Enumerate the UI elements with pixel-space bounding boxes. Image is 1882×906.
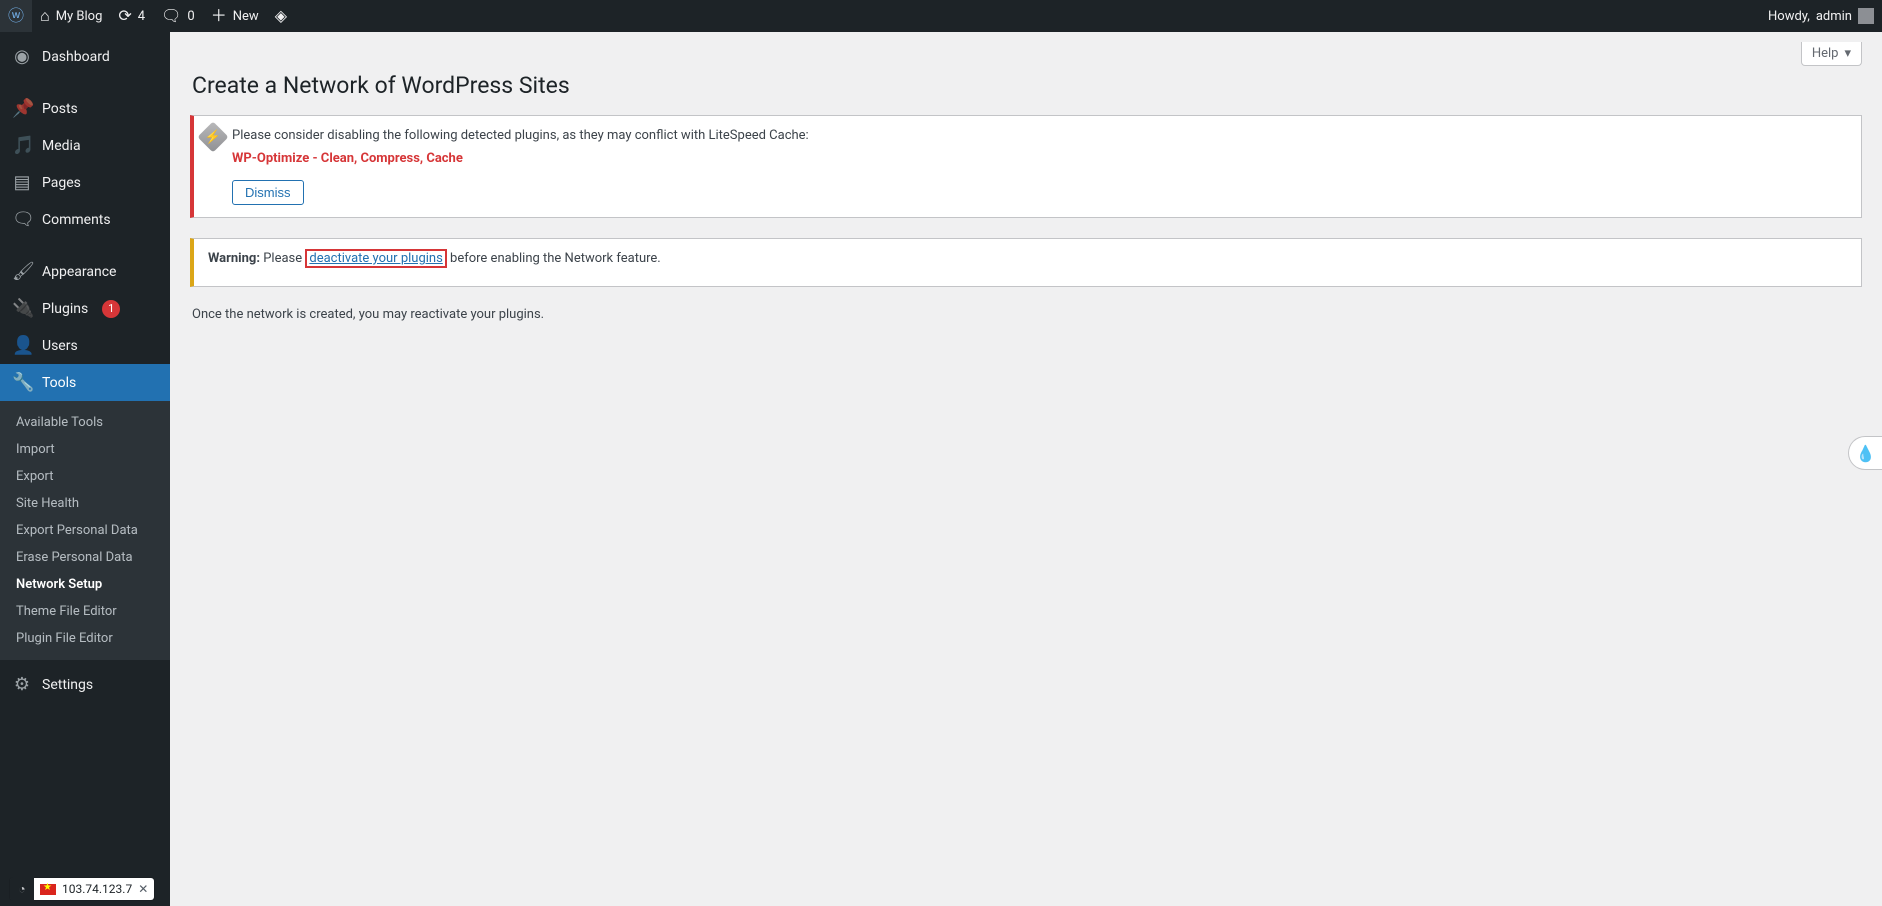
new-label: New [233, 9, 259, 24]
updates-menu[interactable]: ⟳4 [110, 0, 153, 32]
deactivate-plugins-warning: Warning: Please deactivate your plugins … [190, 238, 1862, 287]
home-icon: ⌂ [40, 8, 50, 24]
site-name-menu[interactable]: ⌂ My Blog [32, 0, 110, 32]
plugins-update-badge: 1 [102, 300, 120, 318]
warning-after: before enabling the Network feature. [447, 251, 661, 266]
plug-icon: 🔌 [12, 298, 32, 319]
menu-dashboard[interactable]: ◉ Dashboard [0, 38, 170, 75]
submenu-theme-file-editor[interactable]: Theme File Editor [0, 598, 170, 625]
content-area: Help ▾ Create a Network of WordPress Sit… [170, 32, 1882, 906]
bolt-icon: ⚡ [197, 121, 228, 152]
menu-tools-item: 🔧 Tools [0, 364, 170, 401]
menu-plugins[interactable]: 🔌 Plugins 1 [0, 290, 170, 327]
wordpress-icon: ⓦ [8, 8, 24, 24]
flag-vietnam-icon [40, 884, 56, 895]
menu-settings-label: Settings [42, 677, 93, 693]
conflict-plugin-name: WP-Optimize - Clean, Compress, Cache [232, 151, 1847, 166]
litespeed-menu[interactable]: ◈ [267, 0, 295, 32]
submenu-plugin-file-editor[interactable]: Plugin File Editor [0, 625, 170, 652]
help-tab-label: Help [1812, 46, 1839, 61]
menu-media-label: Media [42, 138, 81, 154]
reactivate-note: Once the network is created, you may rea… [192, 307, 1860, 322]
comments-menu[interactable]: 🗨0 [153, 0, 203, 32]
submenu-available-tools[interactable]: Available Tools [0, 409, 170, 436]
menu-comments[interactable]: 🗨 Comments [0, 201, 170, 238]
my-account-menu[interactable]: Howdy, admin [1760, 0, 1882, 32]
menu-separator [0, 80, 170, 85]
updates-count: 4 [138, 9, 145, 24]
pin-icon: 📌 [12, 98, 32, 119]
site-name-label: My Blog [56, 9, 103, 24]
user-name: admin [1816, 9, 1852, 24]
dismiss-button[interactable]: Dismiss [232, 180, 304, 205]
menu-settings[interactable]: ⚙ Settings [0, 666, 170, 703]
ip-address: 103.74.123.7 [62, 882, 132, 896]
menu-posts[interactable]: 📌 Posts [0, 90, 170, 127]
wp-logo-menu[interactable]: ⓦ [0, 0, 32, 32]
avatar [1858, 8, 1874, 24]
menu-comments-label: Comments [42, 212, 111, 228]
update-icon: ⟳ [118, 8, 131, 24]
menu-tools[interactable]: 🔧 Tools [0, 364, 170, 401]
warning-text: Warning: Please deactivate your plugins … [208, 251, 1847, 266]
litespeed-notice-icon: ⚡ [202, 126, 224, 148]
menu-tools-label: Tools [42, 375, 76, 391]
chevron-down-icon: ▾ [1844, 46, 1851, 61]
ip-indicator: ◔ 103.74.123.7 ✕ [10, 878, 154, 900]
menu-separator [0, 243, 170, 248]
litespeed-conflict-notice: ⚡ Please consider disabling the followin… [190, 115, 1862, 218]
comments-icon: 🗨 [12, 209, 32, 230]
admin-bar-right: Howdy, admin [1760, 0, 1882, 32]
menu-appearance[interactable]: 🖌 Appearance [0, 253, 170, 290]
menu-plugins-label: Plugins [42, 301, 88, 317]
menu-dashboard-label: Dashboard [42, 49, 110, 65]
comment-icon: 🗨 [161, 8, 181, 24]
litespeed-float-button[interactable]: 💧 [1848, 436, 1882, 470]
settings-icon: ⚙ [12, 674, 32, 695]
menu-appearance-label: Appearance [42, 264, 116, 280]
highlight-box: deactivate your plugins [305, 249, 446, 268]
howdy-prefix: Howdy, [1768, 9, 1810, 24]
submenu-site-health[interactable]: Site Health [0, 490, 170, 517]
brush-icon: 🖌 [12, 261, 32, 282]
litespeed-notice-text: Please consider disabling the following … [232, 128, 1847, 143]
droplet-icon: 💧 [1856, 444, 1876, 463]
wrench-icon: 🔧 [12, 372, 32, 393]
menu-pages[interactable]: ▤ Pages [0, 164, 170, 201]
page-icon: ▤ [12, 172, 32, 193]
comments-count: 0 [187, 9, 194, 24]
admin-sidebar: ◉ Dashboard 📌 Posts 🎵 Media ▤ Pages 🗨 Comment… [0, 32, 170, 906]
submenu-import[interactable]: Import [0, 436, 170, 463]
dashboard-icon: ◉ [12, 46, 32, 67]
menu-users[interactable]: 👤 Users [0, 327, 170, 364]
admin-menu: ◉ Dashboard 📌 Posts 🎵 Media ▤ Pages 🗨 Comment… [0, 32, 170, 401]
menu-users-label: Users [42, 338, 78, 354]
admin-bar-left: ⓦ ⌂My Blog ⟳4 🗨0 ＋New ◈ [0, 0, 295, 32]
tools-submenu: Available Tools Import Export Site Healt… [0, 401, 170, 660]
litespeed-icon: ◈ [275, 8, 287, 24]
media-icon: 🎵 [12, 135, 32, 156]
loading-icon: ◔ [10, 877, 34, 901]
submenu-export-personal-data[interactable]: Export Personal Data [0, 517, 170, 544]
help-tab[interactable]: Help ▾ [1801, 42, 1862, 66]
submenu-erase-personal-data[interactable]: Erase Personal Data [0, 544, 170, 571]
warning-label: Warning: [208, 251, 260, 266]
screen-meta: Help ▾ [190, 42, 1862, 66]
close-icon[interactable]: ✕ [138, 882, 148, 896]
user-icon: 👤 [12, 335, 32, 356]
submenu-export[interactable]: Export [0, 463, 170, 490]
admin-bar: ⓦ ⌂My Blog ⟳4 🗨0 ＋New ◈ Howdy, admin [0, 0, 1882, 32]
menu-pages-label: Pages [42, 175, 81, 191]
menu-posts-label: Posts [42, 101, 78, 117]
menu-media[interactable]: 🎵 Media [0, 127, 170, 164]
submenu-network-setup[interactable]: Network Setup [0, 571, 170, 598]
admin-menu-bottom: ⚙ Settings [0, 660, 170, 703]
new-content-menu[interactable]: ＋ New [203, 0, 267, 32]
deactivate-plugins-link[interactable]: deactivate your plugins [309, 251, 442, 266]
page-title: Create a Network of WordPress Sites [192, 72, 1862, 99]
warning-before: Please [260, 251, 305, 266]
plus-icon: ＋ [211, 8, 227, 24]
